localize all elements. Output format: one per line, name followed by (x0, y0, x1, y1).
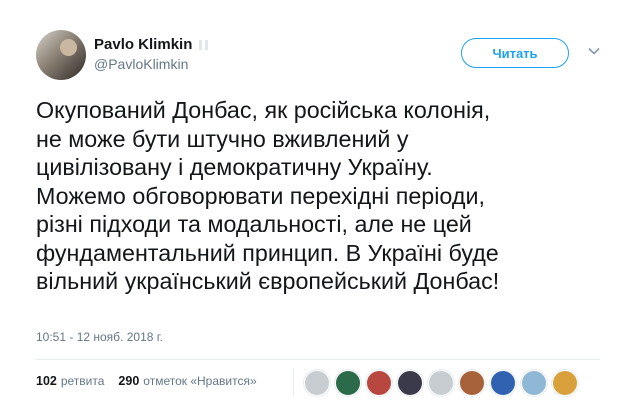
tweet-text-line: не може бути штучно вживлений у (36, 125, 409, 152)
liker-avatar-8[interactable] (521, 370, 547, 396)
chevron-down-icon[interactable] (587, 44, 601, 58)
tweet-text-line: вільний український європейський Донбас! (36, 268, 500, 294)
tweet-text-line: Окупований Донбас, як російська колонія, (36, 97, 491, 123)
tweet-text-line: Можемо обговорювати перехідні періоди, (36, 182, 485, 209)
liker-avatar-2[interactable] (335, 370, 361, 396)
liker-avatars (304, 370, 578, 396)
tweet-text-line: фундаментальний принцип. В Україні буде (36, 239, 499, 266)
author-display-name[interactable]: Pavlo Klimkin (94, 36, 192, 53)
like-stat[interactable]: 290 отметок «Нравится» (118, 374, 256, 388)
liker-avatar-1[interactable] (304, 370, 330, 396)
tweet-stats: 102 ретвита 290 отметок «Нравится» (36, 374, 267, 388)
like-label: отметок «Нравится» (143, 374, 257, 388)
verified-icon (199, 39, 209, 50)
liker-avatar-9[interactable] (552, 370, 578, 396)
liker-avatar-3[interactable] (366, 370, 392, 396)
follow-button[interactable]: Читать (461, 38, 569, 68)
author-handle[interactable]: @PavloKlimkin (94, 56, 210, 72)
author-block: Pavlo Klimkin @PavloKlimkin (94, 36, 210, 72)
stats-divider (293, 368, 294, 396)
tweet-timestamp[interactable]: 10:51 - 12 нояб. 2018 г. (36, 330, 163, 344)
like-count: 290 (118, 374, 140, 388)
retweet-count: 102 (36, 374, 57, 388)
liker-avatar-4[interactable] (397, 370, 423, 396)
tweet-text-line: різні підходи та модальності, але не цей (36, 211, 472, 237)
retweet-stat[interactable]: 102 ретвита (36, 374, 104, 388)
divider (36, 359, 600, 360)
liker-avatar-7[interactable] (490, 370, 516, 396)
tweet-text-line: цивілізовану і демократичну Україну. (36, 154, 433, 180)
liker-avatar-5[interactable] (428, 370, 454, 396)
author-avatar[interactable] (36, 30, 86, 80)
tweet-text: Окупований Донбас, як російська колонія,… (36, 96, 616, 296)
liker-avatar-6[interactable] (459, 370, 485, 396)
retweet-label: ретвита (60, 374, 105, 388)
